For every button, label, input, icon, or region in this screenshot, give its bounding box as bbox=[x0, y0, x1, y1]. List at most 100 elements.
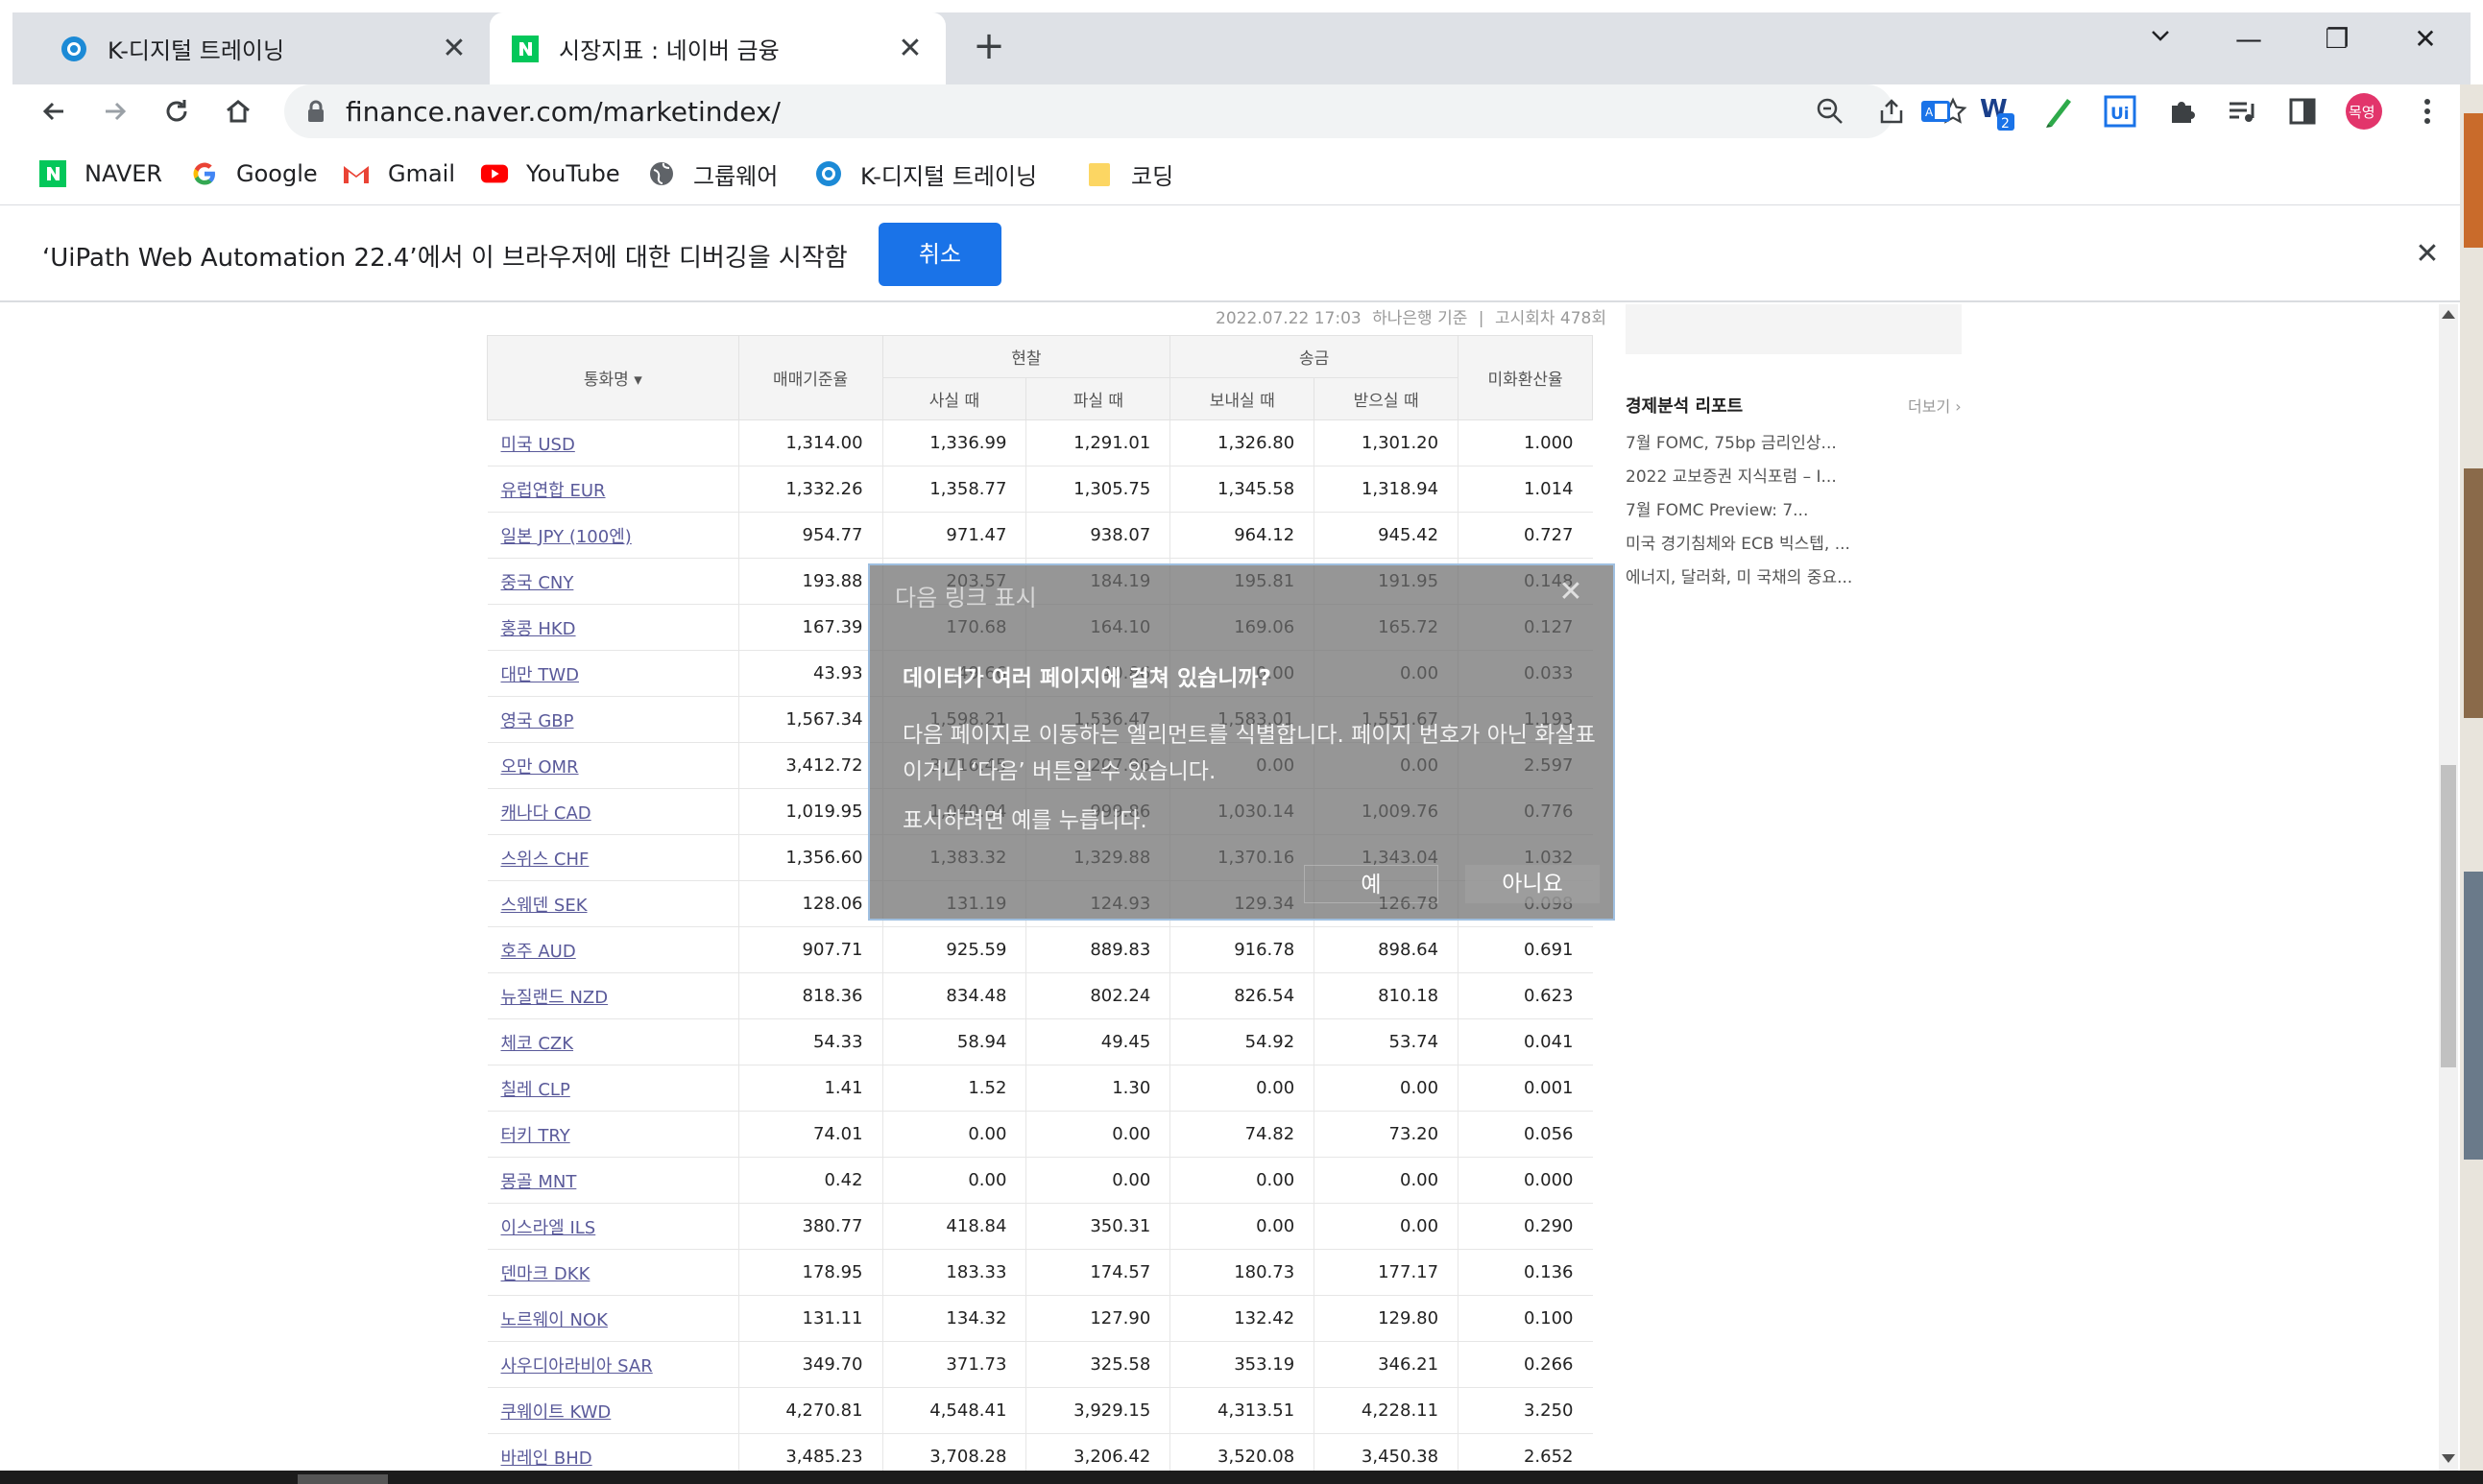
cash-sell: 0.00 bbox=[1025, 1111, 1170, 1158]
header-currency[interactable]: 통화명 ▾ bbox=[487, 335, 739, 420]
currency-name[interactable]: 칠레 CLP bbox=[487, 1065, 739, 1112]
usd-ratio: 1.000 bbox=[1458, 419, 1593, 467]
cancel-debugging-button[interactable]: 취소 bbox=[879, 223, 1001, 286]
share-icon[interactable] bbox=[1872, 92, 1911, 131]
bookmark-youtube[interactable]: YouTube bbox=[480, 156, 620, 191]
report-item[interactable]: 미국 경기침체와 ECB 빅스텝, ... bbox=[1626, 530, 1850, 554]
address-bar[interactable]: finance.naver.com/marketindex/ bbox=[284, 84, 1967, 138]
cash-buy: 1.52 bbox=[881, 1065, 1026, 1112]
table-row: 사우디아라비아 SAR 349.70 371.73 325.58 353.19 346.2… bbox=[487, 1341, 1593, 1388]
youtube-icon bbox=[480, 159, 509, 188]
pen-extension-icon[interactable] bbox=[2037, 90, 2080, 132]
bookmark-gmail[interactable]: Gmail bbox=[342, 156, 455, 191]
currency-name[interactable]: 캐나다 CAD bbox=[487, 788, 739, 835]
base-rate: 1,019.95 bbox=[737, 788, 883, 835]
send-rate: 3,520.08 bbox=[1169, 1433, 1314, 1471]
scroll-up-icon[interactable] bbox=[2442, 310, 2455, 319]
report-more-link[interactable]: 더보기 › bbox=[1908, 394, 1962, 417]
currency-name[interactable]: 중국 CNY bbox=[487, 558, 739, 605]
infobar-close-icon[interactable]: ✕ bbox=[2408, 235, 2447, 274]
tab-naver-finance[interactable]: 시장지표 : 네이버 금융 ✕ bbox=[490, 12, 946, 84]
zoom-icon[interactable] bbox=[1811, 92, 1849, 131]
reload-button[interactable] bbox=[154, 88, 200, 134]
currency-name[interactable]: 뉴질랜드 NZD bbox=[487, 972, 739, 1019]
cash-sell: 1,305.75 bbox=[1025, 466, 1170, 513]
close-window-button[interactable]: ✕ bbox=[2397, 17, 2454, 61]
bookmark-coding-folder[interactable]: 코딩 bbox=[1085, 156, 1173, 191]
vertical-scrollbar[interactable] bbox=[2439, 304, 2458, 1471]
currency-name[interactable]: 바레인 BHD bbox=[487, 1433, 739, 1471]
tab-close-icon[interactable]: ✕ bbox=[896, 34, 925, 63]
profile-avatar[interactable]: 목영 bbox=[2343, 90, 2385, 132]
bookmark-k-digital[interactable]: K-디지털 트레이닝 bbox=[814, 156, 1037, 191]
header-cash-buy: 사실 때 bbox=[881, 377, 1027, 420]
forward-button[interactable] bbox=[92, 88, 138, 134]
scroll-down-icon[interactable] bbox=[2442, 1454, 2455, 1463]
currency-name[interactable]: 홍콩 HKD bbox=[487, 604, 739, 651]
back-button[interactable] bbox=[31, 88, 77, 134]
wrike-extension-icon[interactable]: W2 bbox=[1978, 90, 2020, 132]
lock-icon[interactable] bbox=[305, 100, 326, 123]
currency-name[interactable]: 유럽연합 EUR bbox=[487, 466, 739, 513]
table-row: 노르웨이 NOK 131.11 134.32 127.90 132.42 129.80 0.… bbox=[487, 1295, 1593, 1342]
currency-name[interactable]: 일본 JPY (100엔) bbox=[487, 512, 739, 559]
extensions-puzzle-icon[interactable] bbox=[2160, 90, 2203, 132]
report-item[interactable]: 에너지, 달러화, 미 국채의 중요... bbox=[1626, 563, 1852, 587]
currency-name[interactable]: 덴마크 DKK bbox=[487, 1249, 739, 1296]
currency-name[interactable]: 노르웨이 NOK bbox=[487, 1295, 739, 1342]
media-control-icon[interactable] bbox=[2220, 90, 2262, 132]
report-item[interactable]: 2022 교보증권 지식포럼 – I... bbox=[1626, 463, 1837, 487]
base-rate: 349.70 bbox=[737, 1341, 883, 1388]
svg-text:A: A bbox=[1925, 106, 1934, 119]
new-tab-button[interactable]: + bbox=[970, 27, 1008, 65]
no-button[interactable]: 아니요 bbox=[1465, 865, 1600, 903]
bookmark-label: Google bbox=[236, 160, 318, 187]
bookmark-google[interactable]: Google bbox=[190, 156, 318, 191]
folder-icon bbox=[1085, 159, 1114, 188]
send-rate: 132.42 bbox=[1169, 1295, 1314, 1342]
receive-rate: 1,318.94 bbox=[1314, 466, 1458, 513]
currency-name[interactable]: 미국 USD bbox=[487, 419, 739, 467]
translate-extension-icon[interactable]: A bbox=[1915, 90, 1957, 132]
base-rate: 954.77 bbox=[737, 512, 883, 559]
bookmark-groupware[interactable]: 그룹웨어 bbox=[647, 156, 778, 191]
scrollbar-thumb[interactable] bbox=[2441, 765, 2456, 1067]
cash-sell: 889.83 bbox=[1025, 926, 1170, 973]
tab-k-digital[interactable]: K-디지털 트레이닝 ✕ bbox=[38, 12, 490, 84]
currency-name[interactable]: 체코 CZK bbox=[487, 1018, 739, 1065]
tab-close-icon[interactable]: ✕ bbox=[440, 34, 469, 63]
currency-name[interactable]: 몽골 MNT bbox=[487, 1157, 739, 1204]
restore-button[interactable]: ❐ bbox=[2308, 17, 2366, 61]
currency-name[interactable]: 스위스 CHF bbox=[487, 834, 739, 881]
chrome-menu-icon[interactable] bbox=[2406, 90, 2448, 132]
bookmark-naver[interactable]: NAVER bbox=[38, 156, 162, 191]
side-panel-icon[interactable] bbox=[2281, 90, 2324, 132]
infobar-message: ‘UiPath Web Automation 22.4’에서 이 브라우저에 대… bbox=[42, 244, 848, 273]
background-window-strip bbox=[2460, 84, 2483, 1471]
report-item[interactable]: 7월 FOMC, 75bp 금리인상... bbox=[1626, 429, 1837, 453]
dialog-close-icon[interactable]: ✕ bbox=[1554, 575, 1588, 610]
usd-ratio: 0.623 bbox=[1458, 972, 1593, 1019]
currency-name[interactable]: 쿠웨이트 KWD bbox=[487, 1387, 739, 1434]
base-rate: 4,270.81 bbox=[737, 1387, 883, 1434]
currency-name[interactable]: 이스라엘 ILS bbox=[487, 1203, 739, 1250]
currency-name[interactable]: 스웨덴 SEK bbox=[487, 880, 739, 927]
k-digital-icon bbox=[814, 159, 843, 188]
currency-name[interactable]: 영국 GBP bbox=[487, 696, 739, 743]
currency-name[interactable]: 오만 OMR bbox=[487, 742, 739, 789]
currency-name[interactable]: 호주 AUD bbox=[487, 926, 739, 973]
currency-name[interactable]: 대만 TWD bbox=[487, 650, 739, 697]
horizontal-scroll-thumb[interactable] bbox=[298, 1474, 388, 1484]
sidebar-box bbox=[1626, 304, 1962, 354]
currency-name[interactable]: 터키 TRY bbox=[487, 1111, 739, 1158]
send-rate: 0.00 bbox=[1169, 1157, 1314, 1204]
report-item[interactable]: 7월 FOMC Preview: 7... bbox=[1626, 496, 1808, 520]
svg-text:Ui: Ui bbox=[2110, 105, 2130, 124]
uipath-extension-icon[interactable]: Ui bbox=[2099, 90, 2141, 132]
home-button[interactable] bbox=[215, 88, 261, 134]
currency-name[interactable]: 사우디아라비아 SAR bbox=[487, 1341, 739, 1388]
minimize-button[interactable]: — bbox=[2220, 17, 2278, 61]
yes-button[interactable]: 예 bbox=[1304, 865, 1438, 903]
tab-search-button[interactable] bbox=[2132, 17, 2189, 61]
table-row: 덴마크 DKK 178.95 183.33 174.57 180.73 177.17 0.1… bbox=[487, 1249, 1593, 1296]
